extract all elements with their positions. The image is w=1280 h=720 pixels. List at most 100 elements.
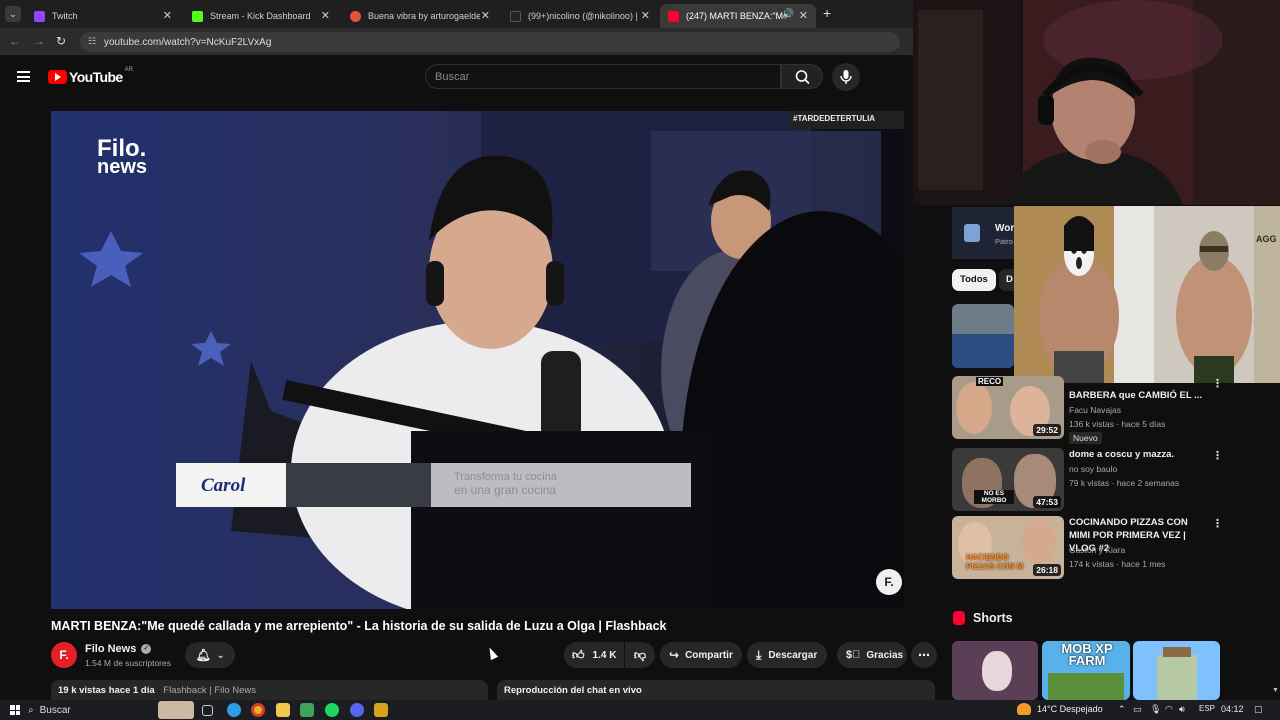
shorts-icon [953, 611, 965, 625]
monitor-icon[interactable]: ▭ [1133, 704, 1142, 715]
back-icon[interactable]: ← [9, 34, 21, 48]
microphone-icon [840, 70, 852, 84]
more-options-icon[interactable]: ⋮ [1212, 517, 1223, 530]
voice-search-button[interactable] [832, 63, 860, 91]
video-player[interactable]: Filo. news #TARDEDETERTULIA Carol Transf… [51, 111, 904, 609]
short-caption: MOB XP FARM [1061, 641, 1113, 668]
search-button[interactable] [781, 64, 823, 89]
close-tab-icon[interactable]: ✕ [481, 9, 490, 22]
speaker-icon[interactable]: 🔊 [782, 9, 794, 20]
thanks-button[interactable]: $⃝ Gracias [837, 642, 907, 668]
subscriber-count: 1.54 M de suscriptores [85, 658, 171, 668]
filo-news-logo: Filo. news [97, 137, 147, 178]
thanks-icon: $⃝ [846, 649, 861, 661]
tab-tiktok[interactable]: (99+)nicolino (@nikolinoo) | Tik ✕ [502, 4, 658, 28]
share-button[interactable]: ↪ Compartir [660, 642, 742, 668]
url-field[interactable]: ☷ youtube.com/watch?v=NcKuF2LVxAg [80, 32, 900, 52]
short-thumbnail-3[interactable] [1133, 641, 1220, 700]
related-video-channel-1[interactable]: Facu Navajas [1069, 405, 1121, 415]
related-video-thumbnail-1[interactable]: RECO 29:52 [952, 376, 1064, 439]
download-app-icon[interactable] [374, 703, 388, 717]
wifi-icon[interactable]: ◠ [1165, 704, 1173, 715]
world-cup-icon [964, 224, 980, 242]
tab-kick-dashboard[interactable]: Stream - Kick Dashboard ✕ [184, 4, 338, 28]
close-tab-icon[interactable]: ✕ [321, 9, 330, 22]
tray-chevron-icon[interactable]: ⌃ [1118, 704, 1126, 715]
video-duration: 29:52 [1033, 424, 1061, 436]
new-tab-button[interactable]: + [823, 5, 831, 21]
mic-tray-icon[interactable]: 🎙︎ [1150, 704, 1161, 715]
reload-icon[interactable]: ↻ [56, 34, 66, 48]
clock[interactable]: 04:12 [1221, 704, 1244, 714]
language-indicator[interactable]: ESP [1199, 704, 1215, 713]
browser-tab-bar: ⌄ Twitch ✕ Stream - Kick Dashboard ✕ Bue… [0, 0, 913, 28]
taskbar-search[interactable]: ⌕ Buscar [28, 702, 158, 718]
more-options-icon[interactable]: ⋮ [1212, 449, 1223, 462]
store-icon[interactable] [300, 703, 314, 717]
related-video-title-2[interactable]: dome a coscu y mazza. [1069, 448, 1209, 461]
notification-icon[interactable]: ▢ [1254, 704, 1263, 715]
download-button[interactable]: ⤓ Descargar [747, 642, 827, 668]
video-title: MARTI BENZA:"Me quedé callada y me arrep… [51, 619, 667, 633]
tab-twitch[interactable]: Twitch ✕ [26, 4, 180, 28]
thumbs-up-icon: 👍︎ [572, 647, 585, 662]
chip-todos[interactable]: Todos [952, 269, 996, 291]
like-button[interactable]: 👍︎ 1.4 K [564, 642, 624, 668]
shorts-header: Shorts [953, 611, 1013, 625]
short-thumbnail-1[interactable] [952, 641, 1038, 700]
verified-icon: ✓ [141, 644, 152, 654]
chip-second[interactable]: D [999, 269, 1014, 291]
related-video-channel-3[interactable]: Gaston y Kiara [1069, 545, 1125, 555]
discord-icon[interactable] [350, 703, 364, 717]
volume-icon[interactable]: 🔊︎ [1179, 704, 1185, 715]
scroll-down-arrow-icon[interactable]: ▼ [1272, 687, 1279, 694]
close-tab-icon[interactable]: ✕ [163, 9, 172, 22]
mouse-cursor [485, 645, 499, 661]
related-video-channel-2[interactable]: no soy baulo [1069, 464, 1117, 474]
dislike-button[interactable]: 👎︎ [625, 642, 655, 668]
channel-avatar[interactable]: F. [51, 642, 77, 668]
windows-start-icon[interactable] [10, 705, 20, 715]
short-thumbnail-2[interactable]: MOB XP FARM [1042, 641, 1130, 700]
weather-widget[interactable]: 14°C Despejado [1017, 703, 1103, 715]
thanks-label: Gracias [866, 649, 904, 661]
thumbs-down-icon: 👎︎ [633, 647, 647, 662]
pinned-photo-icon[interactable] [158, 701, 194, 719]
youtube-logo[interactable]: YouTube AR [48, 67, 133, 85]
close-tab-icon[interactable]: ✕ [641, 9, 650, 22]
search-input[interactable]: Buscar [425, 64, 781, 89]
close-tab-icon[interactable]: ✕ [799, 9, 808, 22]
channel-name[interactable]: Filo News ✓ [85, 643, 152, 655]
menu-icon[interactable] [17, 71, 30, 82]
tab-label: Buena vibra by arturogaeldelec [368, 11, 480, 21]
tab-label: Twitch [52, 11, 78, 21]
live-chat-replay[interactable]: Reproducción del chat en vivo [497, 680, 935, 700]
related-video-title-1[interactable]: BARBERA que CAMBIÓ EL ... [1069, 389, 1209, 402]
twitch-icon [34, 10, 45, 22]
chrome-icon[interactable] [251, 703, 265, 717]
task-view-icon[interactable] [202, 705, 213, 716]
description-box[interactable]: 19 k vistas hace 1 día Flashback | Filo … [51, 680, 488, 700]
tab-list-button[interactable]: ⌄ [5, 6, 21, 22]
url-text: youtube.com/watch?v=NcKuF2LVxAg [104, 36, 272, 48]
music-icon [350, 10, 361, 22]
more-options-icon[interactable]: ⋮ [1212, 377, 1223, 390]
spotify-icon[interactable] [325, 703, 339, 717]
channel-name-text: Filo News [85, 643, 137, 655]
forward-icon[interactable]: → [33, 34, 45, 48]
more-actions-button[interactable]: ⋯ [911, 642, 937, 668]
sidebar-top-item[interactable]: Wor Patro [952, 207, 1014, 259]
related-video-stats-2: 79 k vistas · hace 2 semanas [1069, 478, 1180, 488]
tab-youtube-active[interactable]: (247) MARTI BENZA:"Me qu 🔊 ✕ [660, 4, 816, 28]
edge-icon[interactable] [227, 703, 241, 717]
notification-bell-button[interactable]: 🔔︎ ⌄ [185, 642, 235, 668]
youtube-icon [668, 10, 679, 22]
related-video-thumbnail-3[interactable]: HACIENDO PIZZAS CON M 26:18 [952, 516, 1064, 579]
file-explorer-icon[interactable] [276, 703, 290, 717]
related-video-thumbnail-2[interactable]: NO ES MORBO 47:53 [952, 448, 1064, 511]
site-info-icon[interactable]: ☷ [88, 36, 96, 47]
related-video-thumbnail-0[interactable] [952, 304, 1014, 368]
page-scrollbar[interactable]: ▼ [1270, 205, 1280, 700]
channel-watermark[interactable]: F. [876, 569, 902, 595]
tab-buena-vibra[interactable]: Buena vibra by arturogaeldelec ✕ [342, 4, 498, 28]
